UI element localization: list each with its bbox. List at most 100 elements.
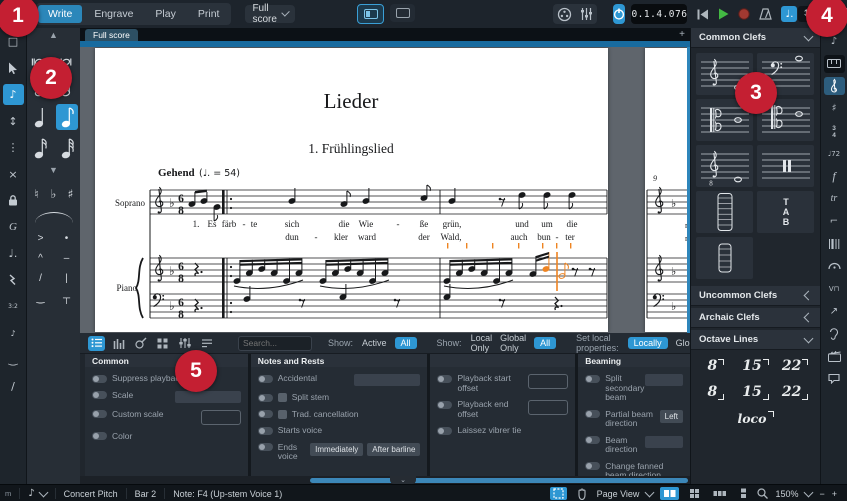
property-toggle[interactable] bbox=[257, 443, 273, 451]
comments-panel-icon[interactable] bbox=[824, 370, 845, 388]
filter-active-option[interactable]: Active bbox=[362, 338, 387, 348]
hand-tool-button[interactable] bbox=[574, 487, 590, 500]
duration-sixteenth-button[interactable] bbox=[29, 135, 51, 161]
octave-line-8-down-button[interactable]: 8 bbox=[697, 380, 735, 404]
octave-line-22-down-button[interactable]: 22 bbox=[776, 380, 814, 404]
lines-panel-icon[interactable]: ↗ bbox=[824, 302, 845, 320]
duration-thirty-second-button[interactable] bbox=[56, 135, 78, 161]
tab-print[interactable]: Print bbox=[188, 5, 230, 23]
filter-local-only-option[interactable]: Local Only bbox=[471, 333, 493, 353]
zoom-in-button[interactable]: + bbox=[832, 489, 837, 499]
layout-selector[interactable]: Full score bbox=[245, 3, 296, 25]
property-option-button[interactable]: Left bbox=[659, 409, 683, 423]
clef-tab-button[interactable] bbox=[696, 191, 753, 233]
page-spread-horizontal-button[interactable] bbox=[660, 487, 680, 500]
insert-mode-icon[interactable]: × bbox=[3, 164, 24, 185]
video-icon[interactable] bbox=[557, 7, 572, 22]
property-dropdown-field[interactable] bbox=[174, 390, 241, 403]
property-toggle[interactable] bbox=[257, 393, 273, 402]
octave-line-15-up-button[interactable]: 15 bbox=[737, 354, 775, 378]
articulation-staccato-button[interactable]: • bbox=[55, 230, 78, 247]
chevron-down-icon[interactable] bbox=[38, 487, 49, 497]
tab-write[interactable]: Write bbox=[38, 5, 83, 23]
play-button[interactable] bbox=[718, 8, 729, 20]
property-list-icon[interactable] bbox=[88, 335, 105, 351]
archaic-clefs-header[interactable]: Archaic Clefs bbox=[691, 308, 820, 328]
concert-pitch-indicator[interactable]: Concert Pitch bbox=[64, 489, 118, 499]
property-toggle[interactable] bbox=[585, 410, 601, 418]
accidental-sharp-button[interactable]: ♯ bbox=[63, 185, 78, 203]
property-toggle[interactable] bbox=[257, 374, 273, 383]
channel-strip-icon[interactable] bbox=[176, 336, 193, 351]
property-toggle[interactable] bbox=[437, 400, 453, 409]
pages-row-button[interactable] bbox=[710, 487, 730, 500]
time-signatures-panel-icon[interactable]: 34 bbox=[824, 122, 845, 140]
uncommon-clefs-header[interactable]: Uncommon Clefs bbox=[691, 286, 820, 306]
property-dropdown-field[interactable] bbox=[354, 374, 421, 386]
horizontal-scrollbar-thumb[interactable] bbox=[310, 477, 688, 483]
property-option-button[interactable]: Immediately bbox=[310, 442, 364, 456]
tab-play[interactable]: Play bbox=[145, 5, 185, 23]
articulation-stress-button[interactable]: / bbox=[29, 270, 52, 287]
clef-tool-icon[interactable]: G bbox=[3, 217, 24, 238]
property-toggle[interactable] bbox=[585, 462, 601, 470]
scroll-up-icon[interactable]: ▲ bbox=[49, 30, 58, 40]
property-toggle[interactable] bbox=[437, 426, 453, 435]
common-clefs-header[interactable]: Common Clefs bbox=[691, 28, 820, 48]
accidental-natural-button[interactable]: ♮ bbox=[29, 185, 44, 203]
scroll-down-icon[interactable]: ▼ bbox=[49, 165, 58, 175]
single-window-button[interactable] bbox=[390, 4, 416, 22]
octave-line-15-down-button[interactable]: 15 bbox=[737, 380, 775, 404]
articulation-marcato-button[interactable]: ^ bbox=[29, 250, 52, 267]
grace-note-icon[interactable]: ♪ bbox=[3, 323, 24, 344]
property-value-field[interactable] bbox=[528, 400, 569, 415]
octave-lines-header[interactable]: Octave Lines bbox=[691, 330, 820, 350]
property-checkbox[interactable] bbox=[277, 409, 287, 419]
toggle-left-panel-button[interactable] bbox=[357, 4, 385, 24]
dotted-note-icon[interactable]: ♩. bbox=[3, 243, 24, 264]
slur-button[interactable] bbox=[33, 209, 75, 223]
articulation-accent-button[interactable]: > bbox=[29, 230, 52, 247]
property-value-field[interactable] bbox=[528, 374, 569, 389]
ornaments-panel-icon[interactable]: tr bbox=[824, 190, 845, 208]
filter-global-only-option[interactable]: Global Only bbox=[500, 333, 526, 353]
holds-panel-icon[interactable] bbox=[824, 257, 845, 275]
tuplet-icon[interactable]: 3:2 bbox=[3, 296, 24, 317]
record-button[interactable] bbox=[738, 8, 751, 20]
chord-input-icon[interactable]: ⋮ bbox=[3, 137, 24, 158]
filter-all-option-1[interactable]: All bbox=[394, 337, 417, 349]
clef-percussion-button[interactable] bbox=[757, 145, 814, 187]
score-page-1[interactable]: Lieder 1. Frühlingslied Gehend (♩. = 54) Sop… bbox=[95, 48, 608, 332]
tempo-panel-icon[interactable]: ♩72 bbox=[824, 145, 845, 163]
page-grid-button[interactable] bbox=[686, 487, 703, 500]
mixer-icon[interactable] bbox=[580, 7, 593, 21]
document-tab-full-score[interactable]: Full score bbox=[85, 29, 138, 41]
marquee-select-button[interactable] bbox=[549, 487, 567, 500]
guitar-pad-icon[interactable] bbox=[132, 336, 149, 351]
filter-bars-icon[interactable] bbox=[110, 336, 127, 351]
view-mode-selector[interactable]: Page View bbox=[597, 489, 640, 499]
property-dropdown-field[interactable] bbox=[645, 374, 683, 386]
duration-eighth-button[interactable] bbox=[56, 104, 78, 130]
score-canvas[interactable]: Lieder 1. Frühlingslied Gehend (♩. = 54) Sop… bbox=[80, 47, 690, 333]
octave-line-loco-up-button[interactable]: loco bbox=[697, 406, 814, 430]
property-toggle[interactable] bbox=[92, 374, 107, 383]
lock-icon[interactable] bbox=[3, 190, 24, 211]
zoom-level-selector[interactable]: 150% bbox=[775, 489, 798, 499]
pages-column-button[interactable] bbox=[737, 487, 750, 500]
tempo-mode-button[interactable]: ♩. bbox=[781, 6, 798, 22]
set-locally-option[interactable]: Locally bbox=[627, 337, 668, 349]
property-dropdown-field[interactable] bbox=[645, 435, 683, 448]
key-signatures-panel-icon[interactable]: ♯ bbox=[824, 100, 845, 118]
filter-all-option-2[interactable]: All bbox=[534, 337, 557, 349]
properties-search-input[interactable] bbox=[238, 335, 312, 351]
note-input-icon[interactable]: ♪ bbox=[2, 84, 24, 105]
rest-icon[interactable] bbox=[3, 270, 24, 291]
octave-line-8-up-button[interactable]: 8 bbox=[697, 354, 735, 378]
property-checkbox[interactable] bbox=[277, 393, 287, 402]
rhythmic-grid-note-icon[interactable]: ♪ bbox=[28, 488, 34, 499]
octave-line-22-up-button[interactable]: 22 bbox=[776, 354, 814, 378]
property-toggle[interactable] bbox=[92, 391, 107, 399]
property-toggle[interactable] bbox=[257, 426, 273, 435]
grid-icon[interactable] bbox=[154, 336, 171, 351]
